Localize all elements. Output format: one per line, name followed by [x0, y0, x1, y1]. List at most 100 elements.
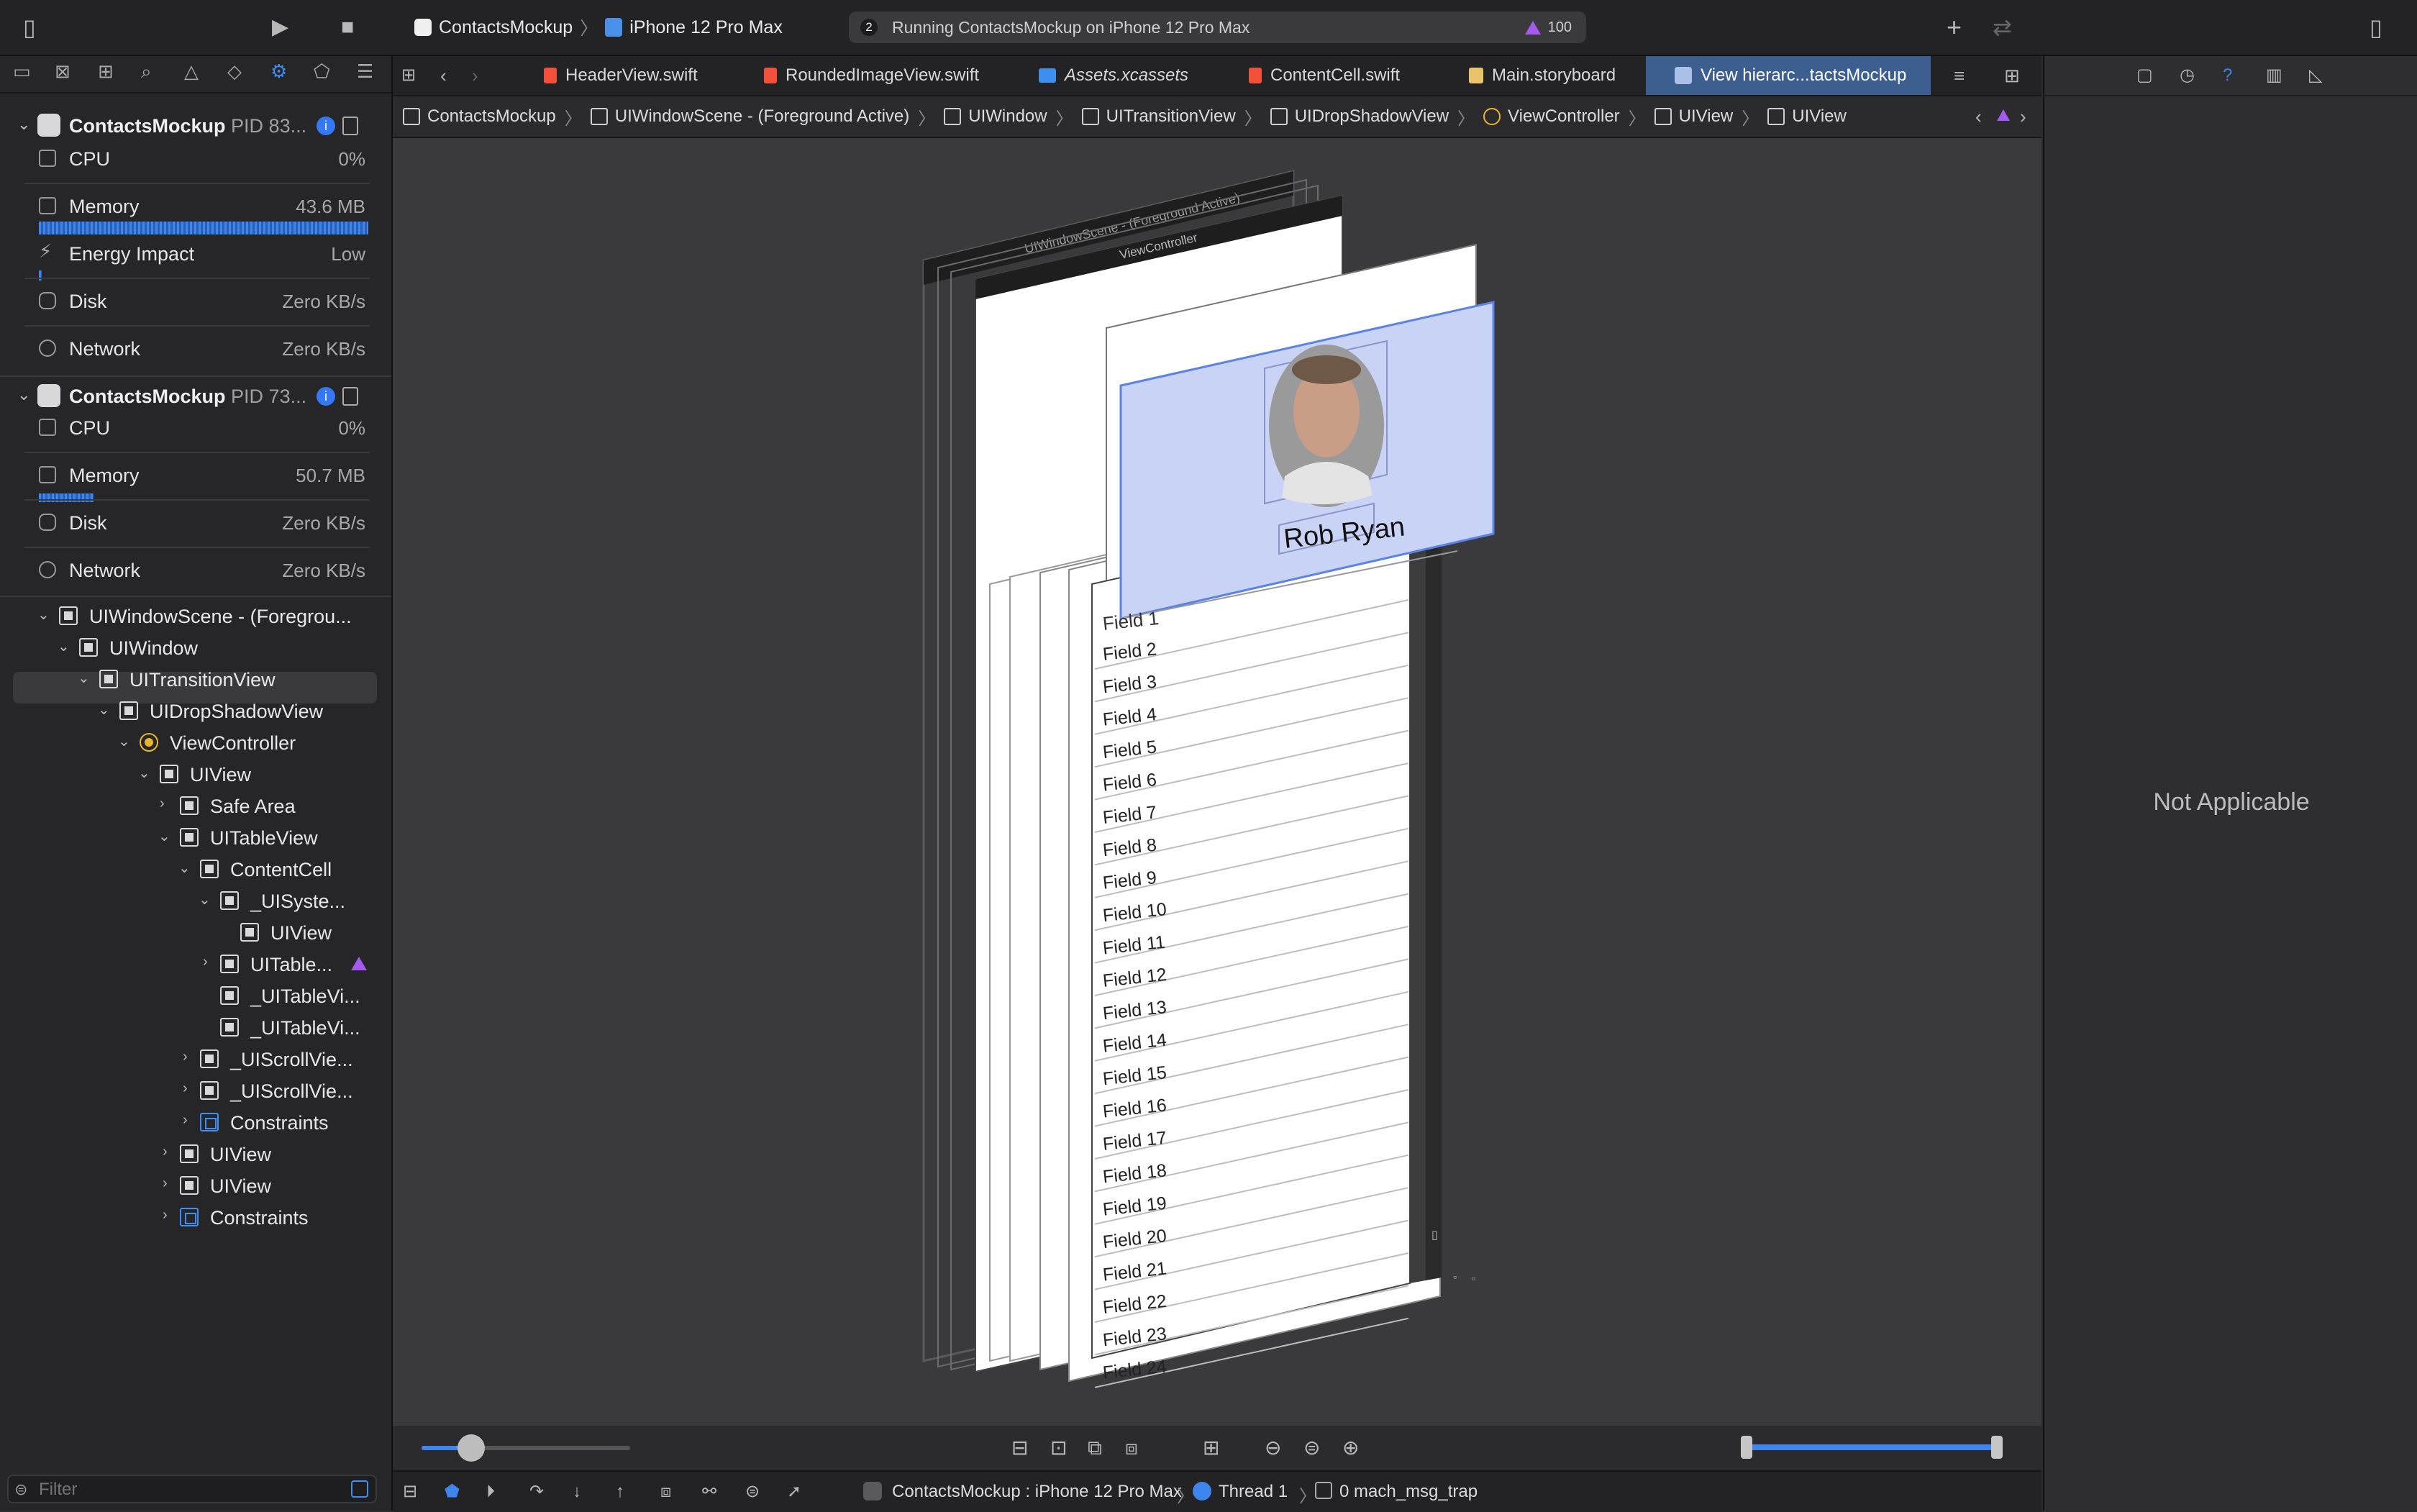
debug-thread[interactable]: Thread 1: [1219, 1482, 1288, 1502]
chevron-down-icon[interactable]: ⌄: [78, 669, 90, 687]
object-inspector-icon[interactable]: ▥: [2266, 56, 2282, 95]
tree-item[interactable]: › Safe Area: [0, 790, 391, 821]
memory-graph-icon[interactable]: ⚯: [702, 1472, 716, 1512]
code-review-icon[interactable]: ⇄: [1993, 0, 2012, 55]
spacing-slider-track[interactable]: [422, 1434, 630, 1462]
breadcrumb-item[interactable]: UIView: [1679, 106, 1734, 127]
inspector-toggle-icon[interactable]: ▯: [2370, 0, 2382, 55]
tree-item[interactable]: › _UIScrollVie...: [0, 1043, 391, 1075]
tab-contentcell[interactable]: ContentCell.swift: [1249, 56, 1400, 95]
debug-gauge-cpu[interactable]: CPU 0%: [0, 137, 391, 183]
tree-item[interactable]: ⌄ ViewController: [0, 727, 391, 758]
symbol-icon[interactable]: ⊞: [98, 60, 114, 83]
issue-icon[interactable]: △: [184, 60, 199, 83]
chevron-down-icon[interactable]: ⌄: [118, 732, 130, 750]
show-clipped-icon[interactable]: ⊟: [1011, 1426, 1028, 1470]
breadcrumb-item[interactable]: UITransitionView: [1106, 106, 1236, 127]
gauge-icon[interactable]: [342, 387, 358, 406]
tree-item[interactable]: UIView: [0, 916, 391, 948]
chevron-right-icon[interactable]: ›: [163, 1175, 168, 1192]
view-hierarchy-canvas[interactable]: UIWindowScene - (Foreground Active) View…: [393, 138, 2042, 1426]
warning-icon[interactable]: [351, 957, 367, 970]
show-constraints-icon[interactable]: ⊡: [1050, 1426, 1067, 1470]
range-slider-track[interactable]: [1741, 1436, 2003, 1459]
chevron-down-icon[interactable]: ⌄: [37, 606, 50, 624]
chevron-down-icon[interactable]: ⌄: [17, 386, 30, 404]
warnings-indicator[interactable]: 100: [1524, 19, 1572, 36]
history-inspector-icon[interactable]: ◷: [2180, 56, 2195, 95]
add-icon[interactable]: +: [1947, 0, 1962, 55]
tree-item[interactable]: › Constraints: [0, 1106, 391, 1138]
filter-options-icon[interactable]: [351, 1480, 368, 1498]
chevron-right-icon[interactable]: ›: [183, 1080, 188, 1097]
chevron-down-icon[interactable]: ⌄: [17, 115, 30, 134]
tree-item[interactable]: ⌄ UIWindowScene - (Foregrou...: [0, 600, 391, 632]
search-icon[interactable]: ⌕: [141, 60, 152, 83]
chevron-right-icon[interactable]: ›: [203, 954, 208, 970]
debug-gauge-energy[interactable]: ⚡ Energy Impact Low: [0, 232, 391, 278]
tab-view-hierarchy[interactable]: View hierarc...tactsMockup: [1646, 56, 1931, 95]
step-over-icon[interactable]: ↷: [529, 1472, 544, 1512]
spacing-slider-knob[interactable]: [458, 1434, 485, 1462]
tab-assets[interactable]: Assets.xcassets: [1039, 56, 1188, 95]
debug-gauge-network[interactable]: Network Zero KB/s: [0, 327, 391, 373]
next-issue-icon[interactable]: ›: [2020, 96, 2026, 137]
simulate-location-icon[interactable]: ➚: [787, 1472, 801, 1512]
previous-issue-icon[interactable]: ‹: [1975, 96, 1982, 137]
chevron-down-icon[interactable]: ⌄: [178, 859, 191, 877]
tree-item[interactable]: ⌄ UIView: [0, 758, 391, 790]
range-slider-left-handle[interactable]: [1741, 1436, 1752, 1459]
adjust-view-mode-icon[interactable]: ⧉: [1088, 1426, 1102, 1470]
tree-item[interactable]: ⌄ UITableView: [0, 821, 391, 853]
grid-icon[interactable]: ⊞: [401, 56, 416, 95]
breadcrumb-item[interactable]: UIDropShadowView: [1295, 106, 1449, 127]
environment-overrides-icon[interactable]: ⊜: [745, 1472, 760, 1512]
breakpoints-toggle-icon[interactable]: ⬟: [445, 1472, 460, 1512]
debug-gauge-memory[interactable]: Memory 50.7 MB: [0, 453, 391, 499]
breadcrumb-item[interactable]: ContactsMockup: [427, 106, 556, 127]
sidebar-toggle-icon[interactable]: ▯: [23, 0, 36, 55]
folder-icon[interactable]: ▭: [13, 60, 31, 83]
warning-icon[interactable]: [1997, 109, 2010, 121]
tree-item[interactable]: › UIView: [0, 1170, 391, 1201]
debug-gauge-disk[interactable]: Disk Zero KB/s: [0, 279, 391, 325]
gauge-icon[interactable]: [342, 117, 358, 135]
breadcrumb-item[interactable]: UIWindowScene - (Foreground Active): [615, 106, 910, 127]
zoom-reset-icon[interactable]: ⊜: [1303, 1426, 1320, 1470]
debug-view-hierarchy-icon[interactable]: ⧈: [660, 1472, 671, 1512]
tree-item[interactable]: › _UIScrollVie...: [0, 1075, 391, 1106]
chevron-right-icon[interactable]: ›: [163, 1207, 168, 1224]
change-canvas-icon[interactable]: ⧈: [1125, 1426, 1138, 1470]
chevron-down-icon[interactable]: ⌄: [158, 827, 170, 845]
test-icon[interactable]: ◇: [227, 60, 242, 83]
tab-main-storyboard[interactable]: Main.storyboard: [1469, 56, 1616, 95]
tree-item[interactable]: _UITableVi...: [0, 1011, 391, 1043]
tree-item[interactable]: ⌄ UIWindow: [0, 632, 391, 663]
tree-item[interactable]: ⌄ UIDropShadowView: [0, 695, 391, 727]
breadcrumb-item[interactable]: UIView: [1792, 106, 1847, 127]
debug-gauge-disk[interactable]: Disk Zero KB/s: [0, 501, 391, 547]
chevron-right-icon[interactable]: ›: [160, 796, 165, 812]
debug-target[interactable]: ContactsMockup : iPhone 12 Pro Max: [892, 1482, 1182, 1502]
run-button[interactable]: ▶: [272, 0, 288, 55]
info-icon[interactable]: i: [317, 117, 335, 135]
hide-debug-area-icon[interactable]: ⊟: [403, 1472, 417, 1512]
chevron-right-icon[interactable]: ›: [183, 1112, 188, 1129]
step-out-icon[interactable]: ↑: [616, 1472, 624, 1512]
breadcrumb-item[interactable]: ViewController: [1508, 106, 1620, 127]
debug-icon[interactable]: ⚙: [270, 60, 287, 83]
back-icon[interactable]: ‹: [440, 56, 447, 95]
size-inspector-icon[interactable]: ◺: [2309, 56, 2322, 95]
source-control-icon[interactable]: ⊠: [55, 60, 70, 83]
debug-gauge-cpu[interactable]: CPU 0%: [0, 406, 391, 452]
chevron-down-icon[interactable]: ⌄: [138, 764, 150, 782]
zoom-out-icon[interactable]: ⊖: [1265, 1426, 1281, 1470]
tree-item[interactable]: ⌄ UITransitionView: [0, 663, 391, 695]
chevron-right-icon[interactable]: ›: [183, 1049, 188, 1065]
step-into-icon[interactable]: ↓: [573, 1472, 581, 1512]
tree-item[interactable]: ⌄ ContentCell: [0, 853, 391, 885]
tab-headerview[interactable]: HeaderView.swift: [544, 56, 698, 95]
tab-roundedimageview[interactable]: RoundedImageView.swift: [764, 56, 979, 95]
tree-item[interactable]: ⌄ _UISyste...: [0, 885, 391, 916]
continue-icon[interactable]: ⏵: [486, 1472, 495, 1512]
